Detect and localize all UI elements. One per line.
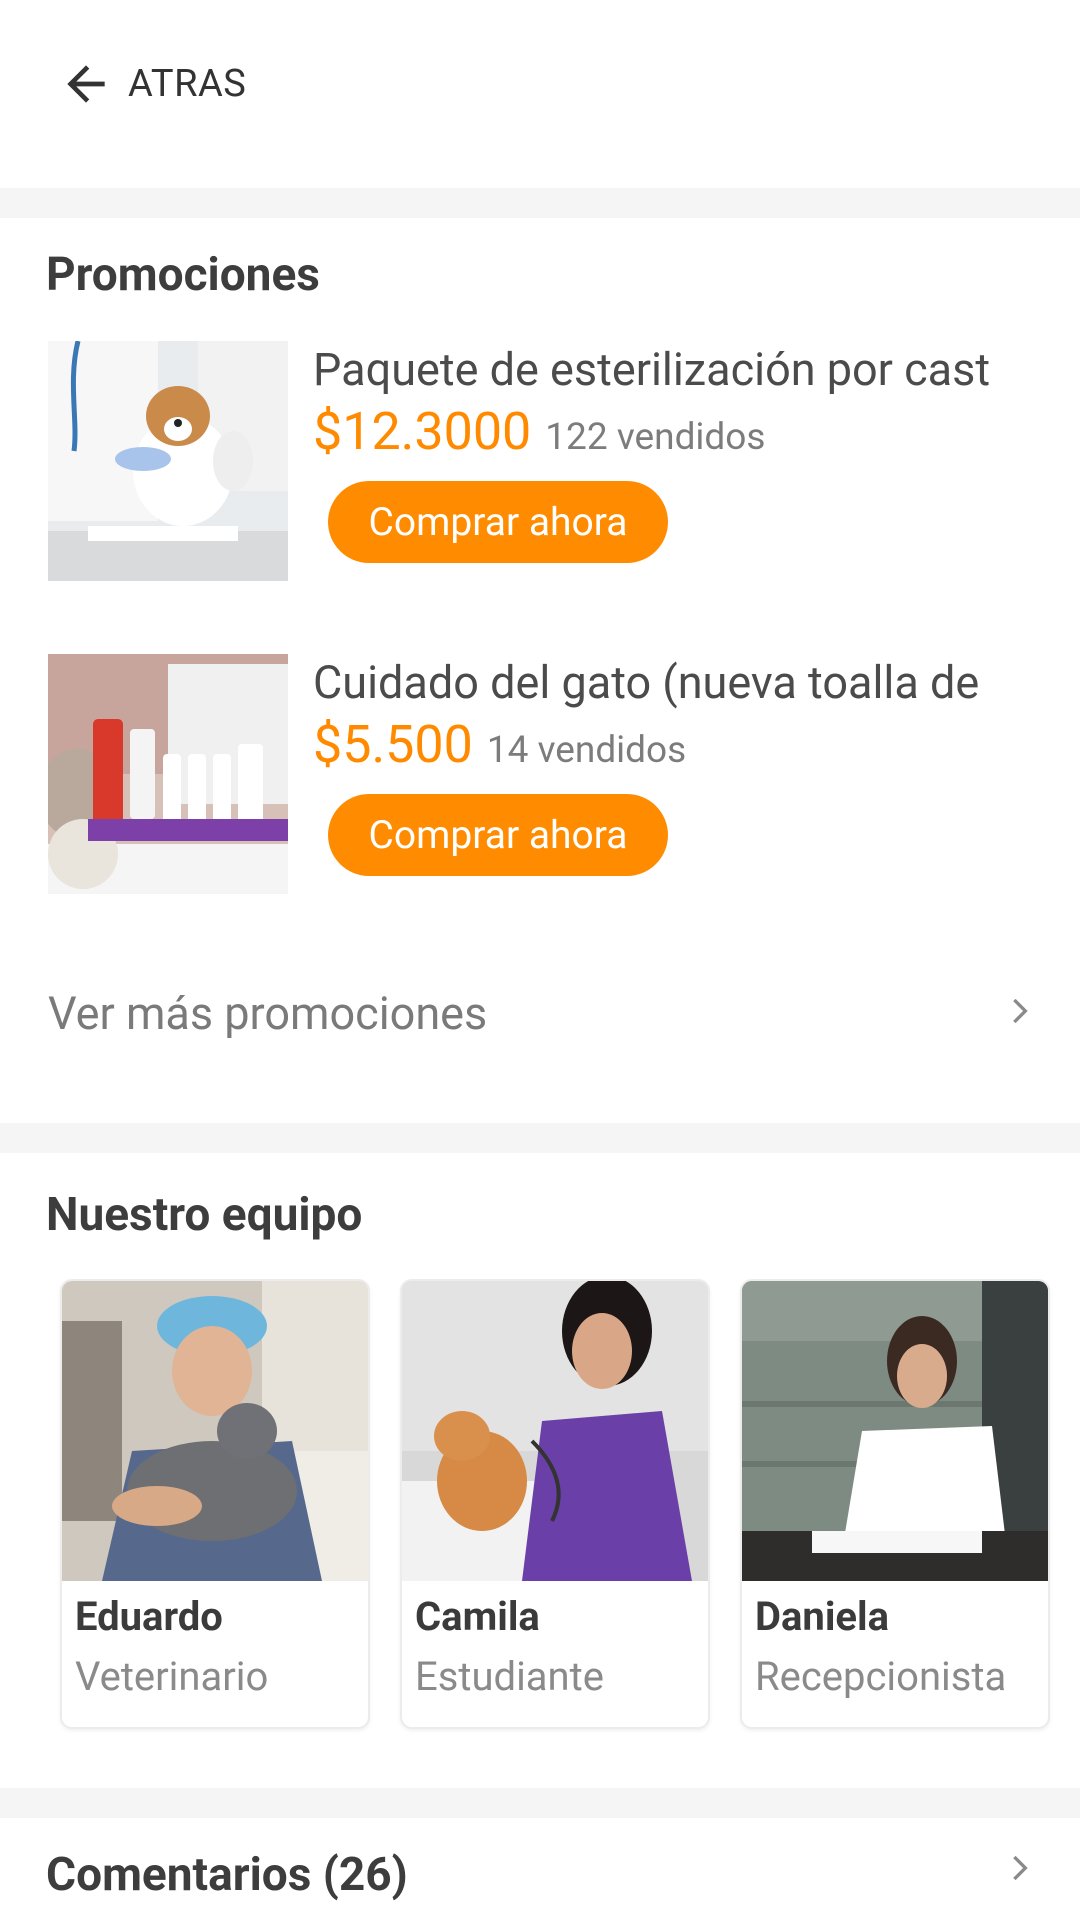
team-member-photo <box>402 1281 708 1581</box>
back-label: ATRAS <box>128 62 247 106</box>
team-member-name: Daniela <box>755 1593 890 1640</box>
see-more-label: Ver más promociones <box>48 986 488 1040</box>
promo-item[interactable]: Paquete de esterilización por cast $12.3… <box>48 341 1048 581</box>
chevron-right-icon <box>1000 991 1040 1035</box>
promo-price-row: $5.500 14 vendidos <box>313 714 686 775</box>
see-more-promotions[interactable]: Ver más promociones <box>48 978 1040 1048</box>
team-member-card[interactable]: Daniela Recepcionista <box>740 1279 1050 1729</box>
promotions-section: Promociones Paquete de esterilización po… <box>0 218 1080 1123</box>
promo-title: Cuidado del gato (nueva toalla de <box>313 656 980 709</box>
promo-item[interactable]: Cuidado del gato (nueva toalla de $5.500… <box>48 654 1048 894</box>
team-title: Nuestro equipo <box>46 1188 363 1242</box>
buy-now-button[interactable]: Comprar ahora <box>328 481 668 563</box>
section-divider <box>0 1788 1080 1818</box>
comments-row[interactable]: Comentarios (26) <box>46 1848 1040 1928</box>
comments-section: Comentarios (26) <box>0 1818 1080 1928</box>
promo-sold-count: 122 vendidos <box>545 416 766 459</box>
promo-sold-count: 14 vendidos <box>486 729 687 772</box>
team-section: Nuestro equipo Eduardo Veterinario Camil… <box>0 1153 1080 1788</box>
team-member-photo <box>62 1281 368 1581</box>
team-member-photo <box>742 1281 1048 1581</box>
promo-price-row: $12.3000 122 vendidos <box>313 401 766 462</box>
team-member-card[interactable]: Camila Estudiante <box>400 1279 710 1729</box>
section-divider <box>0 1123 1080 1153</box>
arrow-left-icon <box>67 65 105 103</box>
team-member-role: Recepcionista <box>755 1653 1007 1700</box>
promotions-title: Promociones <box>46 248 320 302</box>
team-member-role: Estudiante <box>415 1653 604 1700</box>
team-member-card[interactable]: Eduardo Veterinario <box>60 1279 370 1729</box>
promo-image-dog-vet <box>48 341 288 581</box>
team-member-role: Veterinario <box>75 1653 269 1700</box>
back-button[interactable]: ATRAS <box>58 56 246 112</box>
comments-title: Comentarios (26) <box>46 1848 408 1902</box>
chevron-right-icon <box>1000 1848 1040 1892</box>
promo-price: $5.500 <box>313 714 473 775</box>
promo-price: $12.3000 <box>313 401 532 462</box>
buy-now-button[interactable]: Comprar ahora <box>328 794 668 876</box>
section-divider <box>0 188 1080 218</box>
team-member-name: Camila <box>415 1593 540 1640</box>
promo-title: Paquete de esterilización por cast <box>313 343 991 396</box>
top-bar: ATRAS <box>0 0 1080 188</box>
promo-image-cat-care <box>48 654 288 894</box>
team-member-name: Eduardo <box>75 1593 223 1640</box>
